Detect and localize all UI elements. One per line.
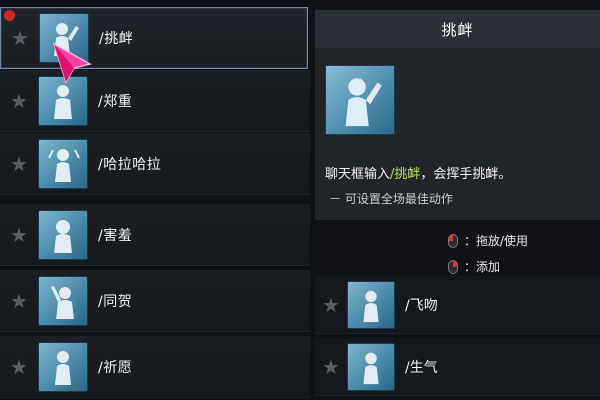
hint-add-text: ：添加 bbox=[464, 260, 501, 274]
hint-drag-use: ：拖放/使用 bbox=[448, 232, 528, 249]
emote-list: ★ /挑衅 ★ /郑重 ★ /哈拉哈拉 ★ /害羞 ★ /同贺 ★ /祈愿 bbox=[0, 0, 310, 400]
mouse-right-button-icon bbox=[448, 259, 458, 274]
angry-pose-icon bbox=[347, 342, 395, 391]
emote-row-congratulate[interactable]: ★ /同贺 bbox=[0, 270, 310, 332]
favorite-star-icon[interactable]: ★ bbox=[0, 89, 38, 113]
emote-label: /同贺 bbox=[98, 293, 133, 310]
favorite-star-icon[interactable]: ★ bbox=[315, 293, 347, 317]
tooltip-note: － 可设置全场最佳动作 bbox=[329, 192, 453, 206]
favorite-star-icon[interactable]: ★ bbox=[315, 355, 347, 379]
favorite-star-icon[interactable]: ★ bbox=[1, 26, 39, 50]
emote-label: /祈愿 bbox=[98, 359, 133, 376]
hint-add: ：添加 bbox=[448, 258, 500, 275]
emote-label: /生气 bbox=[405, 359, 438, 376]
emote-label: /飞吻 bbox=[405, 297, 438, 314]
mouse-left-button-icon bbox=[448, 233, 458, 248]
pray-pose-icon bbox=[38, 341, 88, 392]
emote-tooltip: 挑衅 聊天框输入/挑衅，会挥手挑衅。 － 可设置全场最佳动作 bbox=[315, 10, 600, 220]
emote-label: /哈拉哈拉 bbox=[98, 156, 162, 173]
notification-dot-icon bbox=[4, 10, 15, 21]
tooltip-title: 挑衅 bbox=[315, 10, 600, 48]
emote-row-pray[interactable]: ★ /祈愿 bbox=[0, 336, 310, 398]
favorite-star-icon[interactable]: ★ bbox=[0, 223, 38, 247]
blow-kiss-pose-icon bbox=[347, 280, 395, 329]
emote-row-taunt[interactable]: ★ /挑衅 bbox=[0, 7, 308, 69]
emote-label: /郑重 bbox=[98, 93, 133, 110]
desc-suffix: ，会挥手挑衅。 bbox=[420, 167, 512, 182]
hint-drag-use-text: ：拖放/使用 bbox=[464, 234, 529, 248]
favorite-star-icon[interactable]: ★ bbox=[0, 289, 38, 313]
shy-pose-icon bbox=[38, 209, 88, 260]
favorite-star-icon[interactable]: ★ bbox=[0, 152, 38, 176]
emote-row-solemn[interactable]: ★ /郑重 bbox=[0, 70, 310, 132]
emote-row-angry[interactable]: ★ /生气 bbox=[315, 338, 600, 396]
congratulate-pose-icon bbox=[38, 275, 88, 326]
emote-row-blow-kiss[interactable]: ★ /飞吻 bbox=[315, 276, 600, 334]
desc-command: /挑衅 bbox=[390, 167, 421, 182]
flutter-pose-icon bbox=[38, 138, 88, 189]
tooltip-description: 聊天框输入/挑衅，会挥手挑衅。 bbox=[325, 163, 511, 182]
emote-row-flutter[interactable]: ★ /哈拉哈拉 bbox=[0, 133, 310, 195]
cursor-icon bbox=[52, 42, 93, 84]
taunt-pose-icon bbox=[325, 65, 395, 135]
emote-row-shy[interactable]: ★ /害羞 bbox=[0, 204, 310, 266]
favorite-star-icon[interactable]: ★ bbox=[0, 355, 38, 379]
desc-prefix: 聊天框输入 bbox=[325, 167, 391, 182]
emote-label: /害羞 bbox=[98, 227, 133, 244]
emote-label: /挑衅 bbox=[99, 31, 134, 47]
